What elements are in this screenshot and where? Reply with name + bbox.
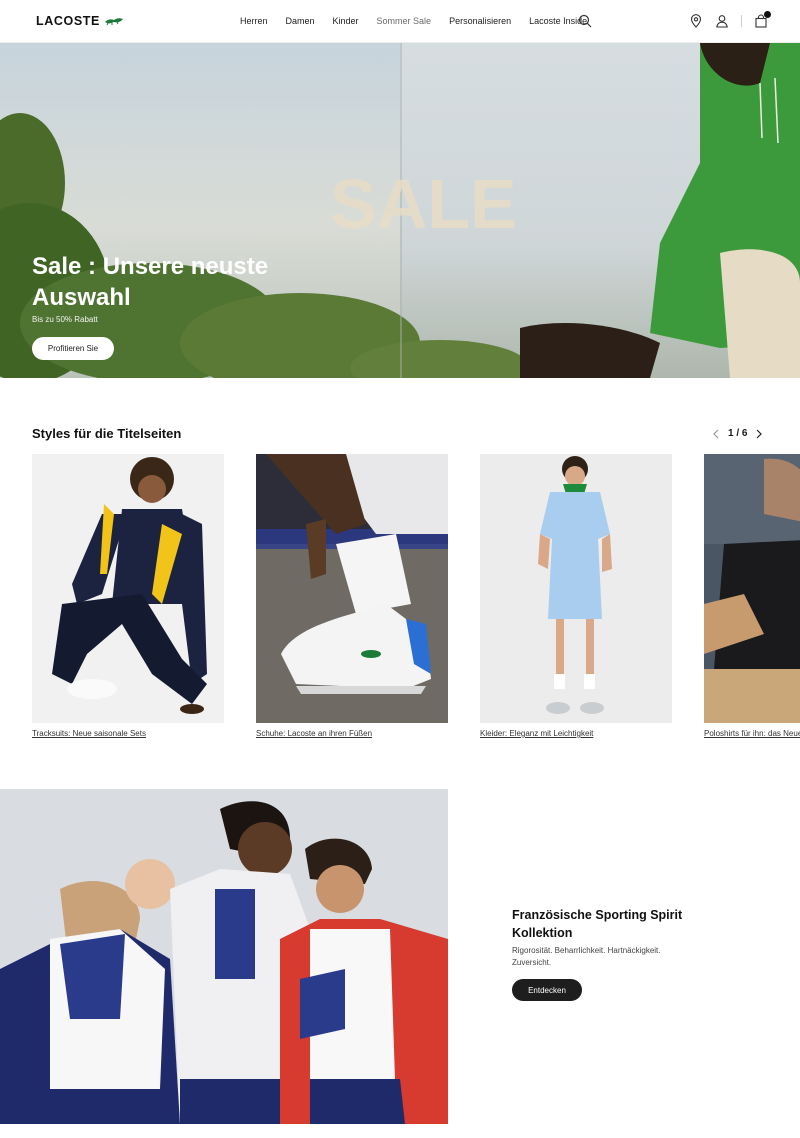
header-divider — [741, 15, 742, 27]
brand-logo[interactable]: LACOSTE — [36, 14, 124, 28]
section-title: Styles für die Titelseiten — [32, 426, 182, 441]
card-image-dress — [480, 454, 672, 723]
header-actions — [689, 11, 771, 28]
crocodile-logo-icon — [104, 18, 123, 26]
feature-photo — [0, 789, 448, 1124]
carousel-pager: 1 / 6 — [712, 428, 763, 439]
card-caption[interactable]: Schuhe: Lacoste an ihren Füßen — [256, 729, 448, 738]
cart-button[interactable] — [754, 11, 771, 28]
nav-item-damen[interactable]: Damen — [286, 16, 315, 26]
hero-image: SALE — [0, 43, 800, 378]
card-caption[interactable]: Poloshirts für ihn: das Neue — [704, 729, 800, 738]
main-nav: Herren Damen Kinder Sommer Sale Personal… — [240, 16, 605, 26]
nav-item-kinder[interactable]: Kinder — [333, 16, 359, 26]
search-icon[interactable] — [578, 14, 592, 28]
carousel-card[interactable]: Schuhe: Lacoste an ihren Füßen — [256, 454, 448, 738]
cart-badge — [764, 11, 771, 18]
hero-overlay-text: SALE — [330, 165, 517, 243]
carousel-track: Tracksuits: Neue saisonale Sets Schuhe: … — [0, 454, 800, 754]
card-image-shoes — [256, 454, 448, 723]
feature-title: Französische Sporting Spirit Kollektion — [512, 908, 683, 940]
feature-text: Rigorosität. Beharrlichkeit. Hartnäckigk… — [512, 946, 661, 967]
card-image-tracksuit — [32, 454, 224, 723]
brand-name: LACOSTE — [36, 14, 100, 28]
feature-image — [0, 789, 448, 1124]
card-caption[interactable]: Tracksuits: Neue saisonale Sets — [32, 729, 224, 738]
nav-item-herren[interactable]: Herren — [240, 16, 268, 26]
carousel-card[interactable]: Kleider: Eleganz mit Leichtigkeit — [480, 454, 672, 738]
store-locator-icon[interactable] — [689, 14, 703, 28]
nav-item-personalisieren[interactable]: Personalisieren — [449, 16, 511, 26]
chevron-left-icon[interactable] — [712, 429, 720, 439]
chevron-right-icon[interactable] — [755, 429, 763, 439]
carousel-card[interactable]: Tracksuits: Neue saisonale Sets — [32, 454, 224, 738]
site-header: LACOSTE Herren Damen Kinder Sommer Sale … — [0, 0, 800, 43]
hero-title: Sale : Unsere neuste Auswahl — [32, 253, 269, 311]
carousel-card[interactable]: Poloshirts für ihn: das Neue — [704, 454, 800, 738]
hero-cta-button[interactable]: Profitieren Sie — [32, 337, 114, 360]
account-icon[interactable] — [715, 14, 729, 28]
hero-banner: SALE Sale : Unsere neuste Auswahl Bis zu… — [0, 43, 800, 378]
hero-subtitle: Bis zu 50% Rabatt — [32, 315, 98, 324]
feature-cta-button[interactable]: Entdecken — [512, 979, 582, 1001]
nav-item-sommer-sale[interactable]: Sommer Sale — [377, 16, 432, 26]
card-caption[interactable]: Kleider: Eleganz mit Leichtigkeit — [480, 729, 672, 738]
pager-count: 1 / 6 — [728, 428, 748, 439]
card-image-poloshirt — [704, 454, 800, 723]
